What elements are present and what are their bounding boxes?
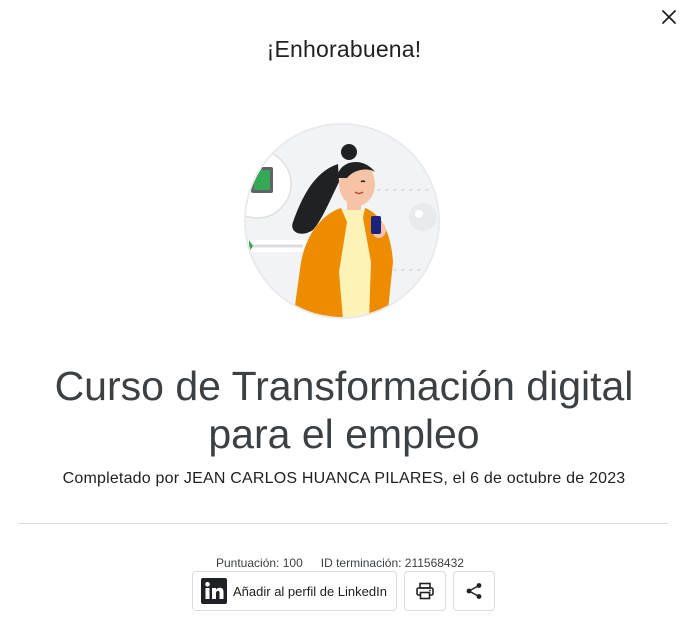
course-title-line-1: Curso de Transformación digital	[54, 363, 634, 409]
congratulations-dialog: ¡Enhorabuena! Curso de Transformación di…	[0, 0, 688, 626]
print-button[interactable]	[404, 571, 446, 611]
close-icon	[662, 10, 676, 24]
score-and-id: Puntuación: 100 ID terminación: 211568432	[216, 556, 464, 570]
course-illustration	[243, 122, 441, 320]
print-icon	[416, 582, 434, 600]
course-title: Curso de Transformación digital para el …	[0, 362, 688, 458]
completed-by-text: Completado por JEAN CARLOS HUANCA PILARE…	[62, 470, 626, 487]
linkedin-icon	[201, 578, 227, 604]
share-icon	[466, 583, 482, 599]
action-bar: Añadir al perfil de LinkedIn	[192, 571, 495, 611]
completion-id-text: ID terminación: 211568432	[320, 556, 464, 570]
dialog-title: ¡Enhorabuena!	[266, 36, 422, 62]
course-title-line-2: para el empleo	[208, 411, 480, 457]
score-text: Puntuación: 100	[216, 556, 303, 570]
add-to-linkedin-button[interactable]: Añadir al perfil de LinkedIn	[192, 571, 397, 611]
close-button[interactable]	[656, 4, 682, 30]
share-button[interactable]	[453, 571, 495, 611]
add-to-linkedin-label: Añadir al perfil de LinkedIn	[233, 583, 387, 599]
divider	[18, 523, 668, 524]
